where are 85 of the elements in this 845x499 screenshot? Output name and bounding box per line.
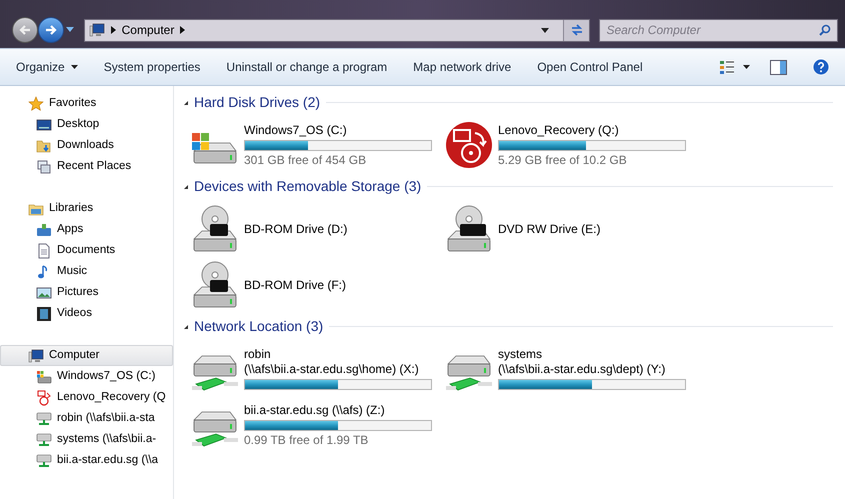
caret-icon <box>66 27 74 33</box>
nav-item[interactable]: Desktop <box>0 114 173 135</box>
recovery-icon <box>445 121 493 169</box>
nav-item[interactable]: bii.a-star.edu.sg (\\a <box>0 450 173 471</box>
nav-item[interactable]: Music <box>0 261 173 282</box>
document-icon <box>36 242 52 258</box>
drive-name: BD-ROM Drive (F:) <box>244 278 346 292</box>
view-list-icon <box>719 59 735 75</box>
nav-item[interactable]: Documents <box>0 240 173 261</box>
film-icon <box>36 306 52 322</box>
star-icon <box>28 96 44 112</box>
group-header[interactable]: Devices with Removable Storage (3) <box>194 176 422 197</box>
network-drive-icon <box>36 410 52 426</box>
nav-item[interactable]: Videos <box>0 303 173 324</box>
drive-name: Lenovo_Recovery (Q:) <box>498 122 620 138</box>
back-button[interactable] <box>12 17 38 43</box>
nav-item[interactable]: robin (\\afs\bii.a-sta <box>0 408 173 429</box>
nav-item[interactable]: Lenovo_Recovery (Q <box>0 387 173 408</box>
caret-icon <box>70 65 78 69</box>
collapse-arrow-icon[interactable] <box>184 100 188 104</box>
chevron-icon <box>180 26 186 34</box>
breadcrumb[interactable]: Computer <box>122 21 174 39</box>
search-field[interactable]: Search Computer <box>599 18 838 42</box>
search-icon <box>819 24 831 36</box>
arrow-left-icon <box>18 23 32 37</box>
group-header[interactable]: Hard Disk Drives (2) <box>194 92 320 113</box>
group-header[interactable]: Network Location (3) <box>194 316 324 337</box>
toolbox-icon <box>36 222 52 238</box>
chevron-icon <box>110 26 116 34</box>
drive-name: (\\afs\bii.a-star.edu.sg\home) (X:) <box>244 362 420 376</box>
drive-tile[interactable]: robin (\\afs\bii.a-star.edu.sg\home) (X:) <box>190 341 444 397</box>
monitor-icon <box>36 116 52 132</box>
toolbar-button[interactable]: Map network drive <box>413 58 512 76</box>
drive-tile[interactable]: DVD RW Drive (E:) <box>444 201 698 257</box>
drive-name: DVD RW Drive (E:) <box>498 222 600 236</box>
network-drive-icon <box>36 432 52 448</box>
preview-pane-icon[interactable] <box>770 60 787 74</box>
recovery-icon <box>36 390 52 406</box>
menu-button[interactable]: Organize <box>16 58 78 76</box>
free-space-text: 301 GB free of 454 GB <box>244 152 368 168</box>
computer-icon <box>28 348 44 364</box>
nav-item[interactable]: systems (\\afs\bii.a- <box>0 429 173 450</box>
collapse-arrow-icon[interactable] <box>184 184 188 188</box>
caret-icon <box>743 65 750 69</box>
drive-name: (\\afs\bii.a-star.edu.sg\dept) (Y:) <box>498 362 666 376</box>
network-drive-icon <box>36 452 52 468</box>
picture-icon <box>36 284 52 300</box>
search-input[interactable]: Search Computer <box>606 21 819 39</box>
drive-name: bii.a-star.edu.sg (\\afs) (Z:) <box>244 402 386 418</box>
refresh-button[interactable] <box>563 20 590 40</box>
toolbar-button[interactable]: Open Control Panel <box>537 58 643 76</box>
drive-tile[interactable]: BD-ROM Drive (D:) <box>190 201 444 257</box>
computer-icon <box>88 22 105 38</box>
help-icon[interactable] <box>813 59 829 75</box>
drive-tile[interactable]: BD-ROM Drive (F:) <box>190 257 444 313</box>
drive-name: BD-ROM Drive (D:) <box>244 222 348 236</box>
drive-name: robin <box>244 346 272 362</box>
nav-item[interactable]: Apps <box>0 219 173 240</box>
address-bar[interactable]: Computer <box>84 18 590 42</box>
nav-group[interactable]: Favorites <box>0 93 173 114</box>
drive-name: systems <box>498 346 544 362</box>
recent-places-icon <box>36 158 52 174</box>
arrow-right-icon <box>44 23 58 37</box>
free-space-text: 0.99 TB free of 1.99 TB <box>244 432 370 448</box>
drive-tile[interactable]: Lenovo_Recovery (Q:) 5.29 GB free of 10.2 GB <box>444 117 698 173</box>
toolbar-button[interactable]: Uninstall or change a program <box>226 58 388 76</box>
nav-group[interactable]: Computer <box>0 345 173 366</box>
collapse-arrow-icon[interactable] <box>184 324 188 328</box>
forward-button[interactable] <box>38 17 64 43</box>
drive-name: Windows7_OS (C:) <box>244 122 348 138</box>
drive-tile[interactable]: systems (\\afs\bii.a-star.edu.sg\dept) (Y:) <box>444 341 698 397</box>
nav-group[interactable]: Libraries <box>0 198 173 219</box>
drive-tile[interactable]: bii.a-star.edu.sg (\\afs) (Z:) 0.99 TB free of 1.99 TB <box>190 397 444 453</box>
hard-drive-icon <box>36 368 52 384</box>
nav-item[interactable]: Windows7_OS (C:) <box>0 366 173 387</box>
drive-tile[interactable]: Windows7_OS (C:) 301 GB free of 454 GB <box>190 117 444 173</box>
nav-item[interactable]: Pictures <box>0 282 173 303</box>
refresh-icon <box>570 23 584 37</box>
toolbar-button[interactable]: System properties <box>104 58 200 76</box>
folder-icon <box>36 138 52 154</box>
dropdown-caret-icon[interactable] <box>541 28 550 32</box>
free-space-text: 5.29 GB free of 10.2 GB <box>498 152 628 168</box>
view-options-button[interactable] <box>719 59 750 75</box>
nav-item[interactable]: Downloads <box>0 135 173 156</box>
nav-item[interactable]: Recent Places <box>0 156 173 177</box>
